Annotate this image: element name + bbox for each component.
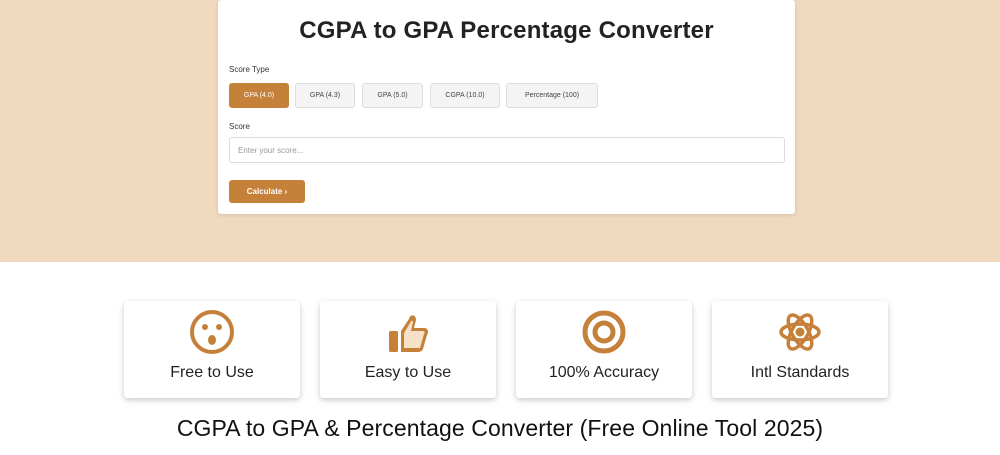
atom-icon: [779, 313, 821, 351]
calculate-button[interactable]: Calculate ›: [229, 180, 305, 203]
thumbs-up-icon: [389, 315, 428, 352]
feature-card-easy: Easy to Use: [320, 301, 496, 398]
score-type-label: Score Type: [229, 65, 270, 74]
feature-label: Easy to Use: [364, 364, 452, 381]
feature-label: Free to Use: [170, 364, 254, 381]
score-label: Score: [229, 122, 250, 131]
feature-label: Intl Standards: [750, 364, 850, 381]
target-icon: [582, 310, 626, 354]
score-type-gpa-4-button[interactable]: GPA (4.0): [229, 83, 289, 108]
converter-title: CGPA to GPA Percentage Converter: [299, 17, 714, 44]
score-type-cgpa-10-button[interactable]: CGPA (10.0): [430, 83, 500, 108]
feature-card-free: Free to Use: [124, 301, 300, 398]
score-type-percentage-button[interactable]: Percentage (100): [506, 83, 598, 108]
surprised-face-icon: [190, 310, 234, 354]
feature-card-accuracy: 100% Accuracy: [516, 301, 692, 398]
page-heading: CGPA to GPA & Percentage Converter (Free…: [176, 415, 824, 441]
feature-label: 100% Accuracy: [548, 364, 660, 381]
score-input[interactable]: Enter your score...: [229, 137, 785, 163]
score-type-gpa-5-button[interactable]: GPA (5.0): [362, 83, 423, 108]
score-type-gpa-4-3-button[interactable]: GPA (4.3): [295, 83, 355, 108]
feature-card-standards: Intl Standards: [712, 301, 888, 398]
converter-card: CGPA to GPA Percentage Converter Score T…: [218, 0, 795, 214]
